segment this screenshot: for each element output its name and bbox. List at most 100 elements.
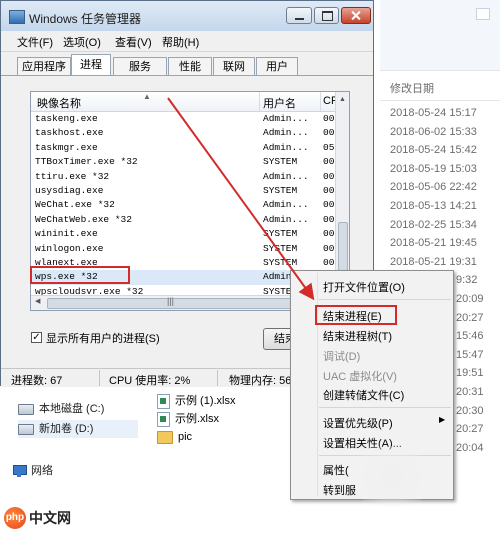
tab-networking[interactable]: 联网 (213, 57, 255, 75)
date-cell: 20:31 (456, 385, 484, 398)
table-row[interactable]: winlogon.exe SYSTEM 00 (31, 242, 337, 256)
table-row[interactable]: taskhost.exe Admin... 00 (31, 126, 337, 140)
date-cell: 2018-05-24 15:17 (390, 107, 477, 119)
close-button[interactable] (341, 7, 371, 24)
submenu-arrow-icon: ▶ (439, 415, 446, 424)
minimize-button[interactable] (286, 7, 312, 24)
excel-file-icon (157, 411, 170, 427)
process-cpu: 00 (323, 156, 335, 168)
show-all-users-checkbox[interactable]: ✓ (31, 332, 42, 343)
file-name: 示例.xlsx (175, 413, 219, 425)
nav-item-drive-d[interactable]: 新加卷 (D:) (18, 420, 138, 438)
title-bar[interactable]: Windows 任务管理器 (1, 1, 373, 31)
tab-applications[interactable]: 应用程序 (17, 57, 71, 75)
column-header-modified-date[interactable]: 修改日期 (380, 74, 500, 101)
explorer-toolbar (380, 0, 500, 71)
status-divider (217, 370, 218, 386)
tab-users[interactable]: 用户 (256, 57, 298, 75)
process-user: SYSTEM (263, 256, 298, 268)
process-cpu: 00 (323, 199, 335, 211)
table-row[interactable]: TTBoxTimer.exe *32 SYSTEM 00 (31, 155, 337, 169)
date-cell: 20:27 (456, 311, 484, 324)
date-cell: 2018-05-24 15:42 (390, 144, 477, 157)
process-user: SYSTEM (263, 228, 298, 240)
column-image-name[interactable]: 映像名称 (37, 95, 81, 111)
scroll-left-arrow-icon[interactable]: ◀ (35, 297, 40, 305)
table-row[interactable]: usysdiag.exe SYSTEM 00 (31, 184, 337, 198)
date-cell: 15:46 (456, 330, 484, 343)
nav-item-drive-c[interactable]: 本地磁盘 (C:) (18, 400, 104, 418)
process-name: usysdiag.exe (35, 184, 104, 196)
column-header-label: 修改日期 (390, 83, 434, 95)
process-cpu: 00 (323, 170, 335, 182)
process-user: Admin... (263, 213, 309, 225)
process-name: taskeng.exe (35, 113, 98, 124)
date-cell: 15:47 (456, 348, 484, 361)
process-cpu: 00 (323, 242, 335, 254)
menu-item-properties[interactable]: 属性( (323, 462, 349, 478)
process-user: SYSTEM (263, 156, 298, 168)
maximize-button[interactable] (314, 7, 339, 24)
menu-file[interactable]: 文件(F) (17, 34, 53, 50)
hard-drive-icon (18, 423, 34, 435)
nav-item-network[interactable]: 网络 (12, 462, 53, 480)
tab-processes[interactable]: 进程 (71, 54, 111, 76)
date-cell: 19:51 (456, 367, 484, 380)
table-row[interactable]: wininit.exe SYSTEM 00 (31, 227, 337, 241)
menu-view[interactable]: 查看(V) (115, 34, 152, 50)
tab-services[interactable]: 服务 (113, 57, 167, 75)
column-divider[interactable] (259, 92, 260, 111)
process-name: taskhost.exe (35, 127, 104, 139)
menu-item-create-dump-file[interactable]: 创建转储文件(C) (323, 387, 404, 403)
menu-separator (319, 299, 451, 300)
status-memory: 物理内存: 56 (229, 375, 292, 387)
task-manager-icon (9, 10, 25, 24)
scroll-grip-icon: ||| (167, 296, 175, 306)
process-name: winlogon.exe (35, 242, 104, 254)
process-user: SYSTEM (263, 242, 298, 254)
column-divider[interactable] (320, 92, 321, 111)
file-name: 示例 (1).xlsx (175, 395, 236, 407)
process-name: TTBoxTimer.exe *32 (35, 156, 138, 168)
vertical-scrollbar[interactable]: ▲ ▼ (335, 92, 349, 292)
date-cell: 9:32 (456, 274, 478, 287)
nav-item-label: 网络 (31, 465, 53, 477)
window-title: Windows 任务管理器 (29, 12, 142, 26)
table-row[interactable]: taskeng.exe Admin... 00 (31, 112, 337, 126)
table-row[interactable]: WeChat.exe *32 Admin... 00 (31, 198, 337, 212)
process-name: ttiru.exe *32 (35, 170, 110, 182)
menu-help[interactable]: 帮助(H) (162, 34, 199, 50)
nav-item-label: 本地磁盘 (C:) (39, 403, 105, 415)
table-row[interactable]: ttiru.exe *32 Admin... 00 (31, 170, 337, 184)
date-cell: 20:27 (456, 423, 484, 436)
php-logo-icon: php (4, 507, 26, 529)
date-cell: 2018-05-21 19:45 (390, 237, 477, 250)
column-user-name[interactable]: 用户名 (263, 95, 296, 111)
tab-performance[interactable]: 性能 (168, 57, 212, 75)
date-cell: 20:09 (456, 292, 484, 305)
nav-item-label: 新加卷 (D:) (39, 423, 94, 435)
table-row[interactable]: taskmgr.exe Admin... 05 (31, 141, 337, 155)
show-all-users-label[interactable]: 显示所有用户的进程(S) (46, 330, 160, 346)
process-cpu: 00 (323, 113, 335, 124)
scroll-up-button[interactable] (476, 8, 490, 20)
process-user: Admin... (263, 170, 309, 182)
table-row[interactable]: WeChatWeb.exe *32 Admin... 00 (31, 213, 337, 227)
scroll-thumb[interactable] (338, 222, 348, 274)
status-process-count: 进程数: 67 (11, 375, 63, 387)
process-user: Admin... (263, 127, 309, 139)
file-name: pic (178, 431, 193, 443)
menu-item-set-priority[interactable]: 设置优先级(P) (323, 415, 393, 431)
status-divider (99, 370, 100, 386)
scroll-up-arrow-icon[interactable]: ▲ (338, 95, 347, 104)
date-cell: 2018-05-13 14:21 (390, 199, 477, 212)
menu-item-open-file-location[interactable]: 打开文件位置(O) (323, 279, 405, 295)
menu-options[interactable]: 选项(O) (63, 34, 101, 50)
excel-file-icon (157, 393, 170, 409)
date-cell: 2018-06-02 15:33 (390, 125, 477, 138)
tab-bar: 应用程序 进程 服务 性能 联网 用户 (1, 52, 373, 76)
menu-item-go-to-service[interactable]: 转到服 (323, 482, 356, 498)
watermark-text: 中文网 (29, 510, 71, 526)
process-name: wininit.exe (35, 228, 98, 240)
menu-item-end-process-tree[interactable]: 结束进程树(T) (323, 328, 392, 344)
